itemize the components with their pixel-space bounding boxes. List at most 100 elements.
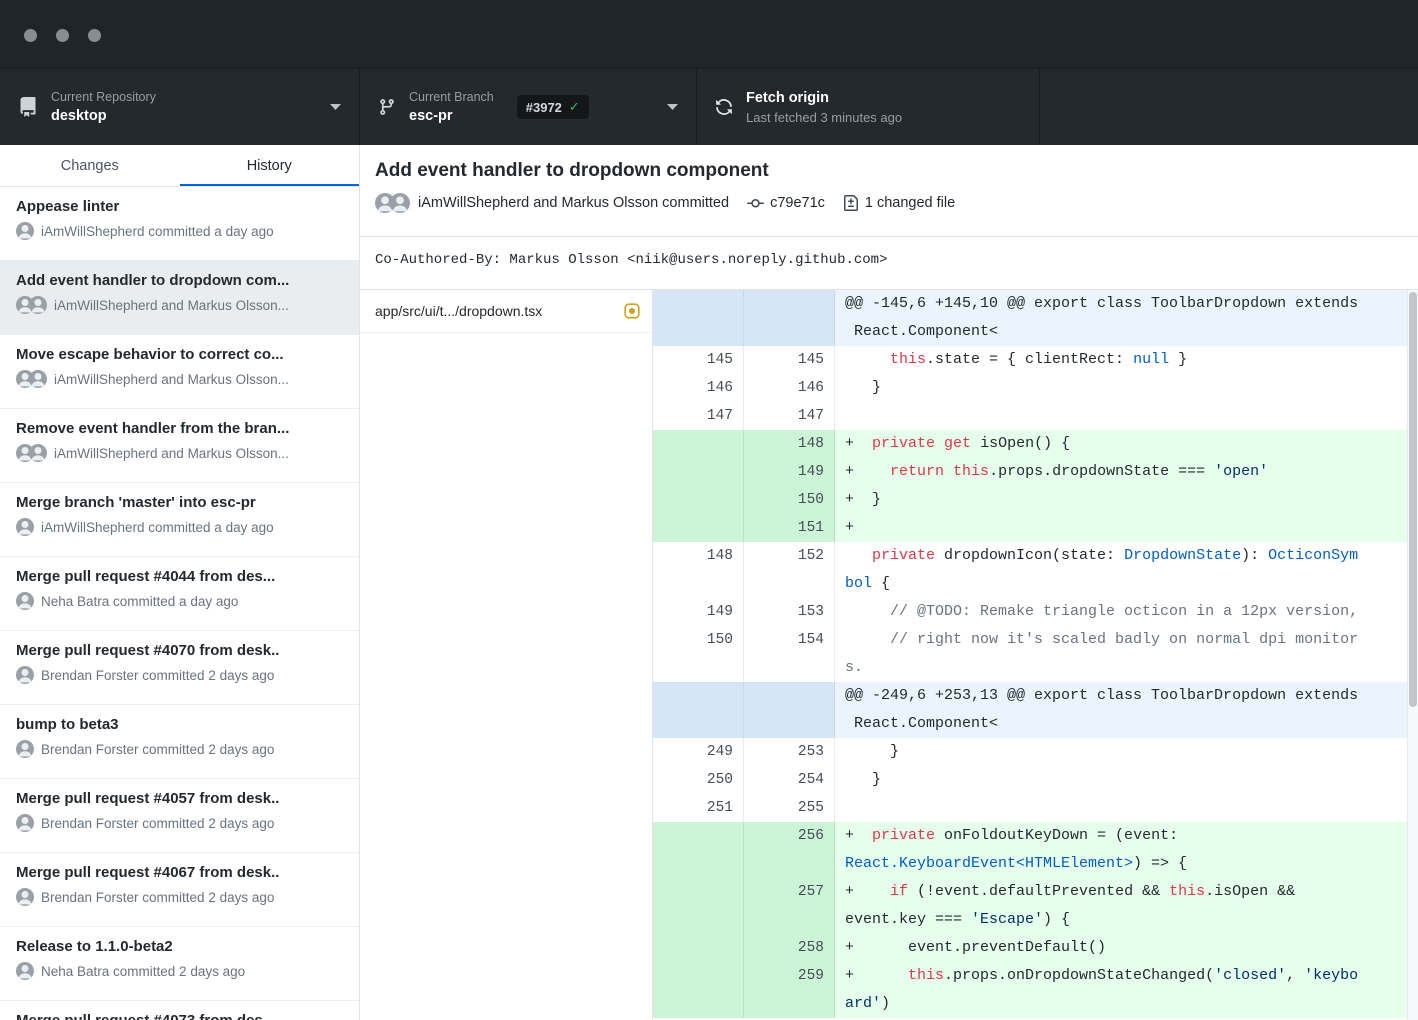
diff-context-line: 150154 // right now it's scaled badly on… bbox=[653, 626, 1418, 682]
diff-code: } bbox=[835, 738, 1418, 766]
fetch-origin-button[interactable]: Fetch origin Last fetched 3 minutes ago bbox=[697, 69, 1040, 145]
commit-list-item[interactable]: Appease linteriAmWillShepherd committed … bbox=[0, 187, 359, 261]
diff-file-icon bbox=[843, 195, 859, 211]
avatar bbox=[16, 592, 34, 610]
old-line-number: 150 bbox=[653, 626, 744, 682]
commit-list-item[interactable]: Add event handler to dropdown com...iAmW… bbox=[0, 261, 359, 335]
commit-list-item[interactable]: Merge pull request #4057 from desk..Bren… bbox=[0, 779, 359, 853]
commit-meta: iAmWillShepherd and Markus Olsson commit… bbox=[375, 193, 1400, 213]
minimize-button[interactable] bbox=[56, 29, 69, 42]
commit-list-item[interactable]: Merge pull request #4073 from des... bbox=[0, 1001, 359, 1020]
scrollbar-thumb[interactable] bbox=[1409, 292, 1417, 707]
avatar bbox=[29, 296, 47, 314]
diff-code: + private onFoldoutKeyDown = (event:Reac… bbox=[835, 822, 1418, 878]
new-line-number: 154 bbox=[744, 626, 835, 682]
branch-switcher-button[interactable]: Current Branch esc-pr #3972 ✓ bbox=[360, 69, 697, 145]
diff-code bbox=[835, 794, 1418, 822]
file-list-item[interactable]: app/src/ui/t.../dropdown.tsx bbox=[360, 290, 652, 333]
diff-rows: @@ -145,6 +145,10 @@ export class Toolba… bbox=[653, 290, 1418, 1018]
diff-code: } bbox=[835, 766, 1418, 794]
commit-row-title: Merge pull request #4070 from desk.. bbox=[16, 642, 343, 659]
commit-row-byline: Neha Batra committed 2 days ago bbox=[16, 962, 343, 980]
new-line-number: 150 bbox=[744, 486, 835, 514]
commit-list-item[interactable]: bump to beta3Brendan Forster committed 2… bbox=[0, 705, 359, 779]
modified-dot-icon bbox=[624, 303, 640, 319]
diff-added-line: 259+ this.props.onDropdownStateChanged('… bbox=[653, 962, 1418, 1018]
diff-code: + } bbox=[835, 486, 1418, 514]
diff-hunk-header: @@ -249,6 +253,13 @@ export class Toolba… bbox=[653, 682, 1418, 738]
commit-list-item[interactable]: Move escape behavior to correct co...iAm… bbox=[0, 335, 359, 409]
avatar bbox=[16, 518, 34, 536]
tab-changes[interactable]: Changes bbox=[0, 145, 180, 186]
commit-list-item[interactable]: Merge pull request #4044 from des...Neha… bbox=[0, 557, 359, 631]
fetch-origin-label: Fetch origin bbox=[746, 90, 902, 106]
commit-row-byline: Brendan Forster committed 2 days ago bbox=[16, 888, 343, 906]
close-button[interactable] bbox=[24, 29, 37, 42]
diff-code bbox=[835, 402, 1418, 430]
commit-list-item[interactable]: Release to 1.1.0-beta2Neha Batra committ… bbox=[0, 927, 359, 1001]
chevron-down-icon bbox=[330, 104, 341, 110]
old-line-number: 148 bbox=[653, 542, 744, 598]
diff-context-line: 251255 bbox=[653, 794, 1418, 822]
commit-row-title: Merge pull request #4073 from des... bbox=[16, 1012, 343, 1020]
commit-list-item[interactable]: Merge branch 'master' into esc-priAmWill… bbox=[0, 483, 359, 557]
new-line-number: 148 bbox=[744, 430, 835, 458]
commit-row-byline-text: iAmWillShepherd committed a day ago bbox=[41, 224, 274, 239]
new-line-number: 254 bbox=[744, 766, 835, 794]
diff-added-line: 257+ if (!event.defaultPrevented && this… bbox=[653, 878, 1418, 934]
commit-row-byline-text: Brendan Forster committed 2 days ago bbox=[41, 742, 274, 757]
commit-list-item[interactable]: Merge pull request #4070 from desk..Bren… bbox=[0, 631, 359, 705]
old-line-number bbox=[653, 962, 744, 1018]
diff-code: @@ -145,6 +145,10 @@ export class Toolba… bbox=[835, 290, 1418, 346]
scrollbar-track[interactable] bbox=[1407, 290, 1418, 1020]
diff-context-line: 148152 private dropdownIcon(state: Dropd… bbox=[653, 542, 1418, 598]
diff-added-line: 149+ return this.props.dropdownState ===… bbox=[653, 458, 1418, 486]
commit-list-item[interactable]: Merge pull request #4067 from desk.. Bren… bbox=[0, 853, 359, 927]
diff-code: // right now it's scaled badly on normal… bbox=[835, 626, 1418, 682]
diff-code: + return this.props.dropdownState === 'o… bbox=[835, 458, 1418, 486]
repository-label: Current Repository bbox=[51, 90, 317, 104]
old-line-number bbox=[653, 514, 744, 542]
old-line-number bbox=[653, 682, 744, 738]
commit-row-byline-text: Brendan Forster committed 2 days ago bbox=[41, 890, 274, 905]
zoom-button[interactable] bbox=[88, 29, 101, 42]
old-line-number bbox=[653, 458, 744, 486]
diff-code: // @TODO: Remake triangle octicon in a 1… bbox=[835, 598, 1418, 626]
sync-icon bbox=[715, 98, 733, 116]
new-line-number: 256 bbox=[744, 822, 835, 878]
author-avatars bbox=[375, 193, 410, 213]
commit-row-title: Merge pull request #4067 from desk.. bbox=[16, 864, 343, 881]
old-line-number: 146 bbox=[653, 374, 744, 402]
toolbar: Current Repository desktop Current Branc… bbox=[0, 68, 1418, 145]
commit-header: Add event handler to dropdown component … bbox=[360, 145, 1418, 237]
diff-hunk-header: @@ -145,6 +145,10 @@ export class Toolba… bbox=[653, 290, 1418, 346]
commit-row-title: Merge branch 'master' into esc-pr bbox=[16, 494, 343, 511]
avatar bbox=[16, 814, 34, 832]
author-avatars bbox=[16, 814, 34, 832]
commit-sha: c79e71c bbox=[770, 195, 825, 211]
old-line-number bbox=[653, 822, 744, 878]
author-avatars bbox=[16, 444, 47, 462]
new-line-number: 259 bbox=[744, 962, 835, 1018]
diff-added-line: 258+ event.preventDefault() bbox=[653, 934, 1418, 962]
git-commit-icon bbox=[747, 195, 764, 212]
commit-list-item[interactable]: Remove event handler from the bran...iAm… bbox=[0, 409, 359, 483]
diff-added-line: 148+ private get isOpen() { bbox=[653, 430, 1418, 458]
commit-row-byline: Brendan Forster committed 2 days ago bbox=[16, 740, 343, 758]
pr-number: #3972 bbox=[526, 100, 562, 115]
tab-history[interactable]: History bbox=[180, 145, 360, 186]
avatar bbox=[16, 740, 34, 758]
author-avatars bbox=[16, 666, 34, 684]
commit-row-byline: iAmWillShepherd committed a day ago bbox=[16, 222, 343, 240]
file-path: app/src/ui/t.../dropdown.tsx bbox=[375, 303, 616, 319]
diff-added-line: 256+ private onFoldoutKeyDown = (event:R… bbox=[653, 822, 1418, 878]
old-line-number bbox=[653, 878, 744, 934]
repository-name: desktop bbox=[51, 108, 317, 124]
author-avatars bbox=[16, 518, 34, 536]
diff-code: private dropdownIcon(state: DropdownStat… bbox=[835, 542, 1418, 598]
old-line-number: 147 bbox=[653, 402, 744, 430]
old-line-number: 149 bbox=[653, 598, 744, 626]
author-avatars bbox=[16, 370, 47, 388]
repository-switcher-button[interactable]: Current Repository desktop bbox=[0, 69, 360, 145]
diff-added-line: 151+ bbox=[653, 514, 1418, 542]
